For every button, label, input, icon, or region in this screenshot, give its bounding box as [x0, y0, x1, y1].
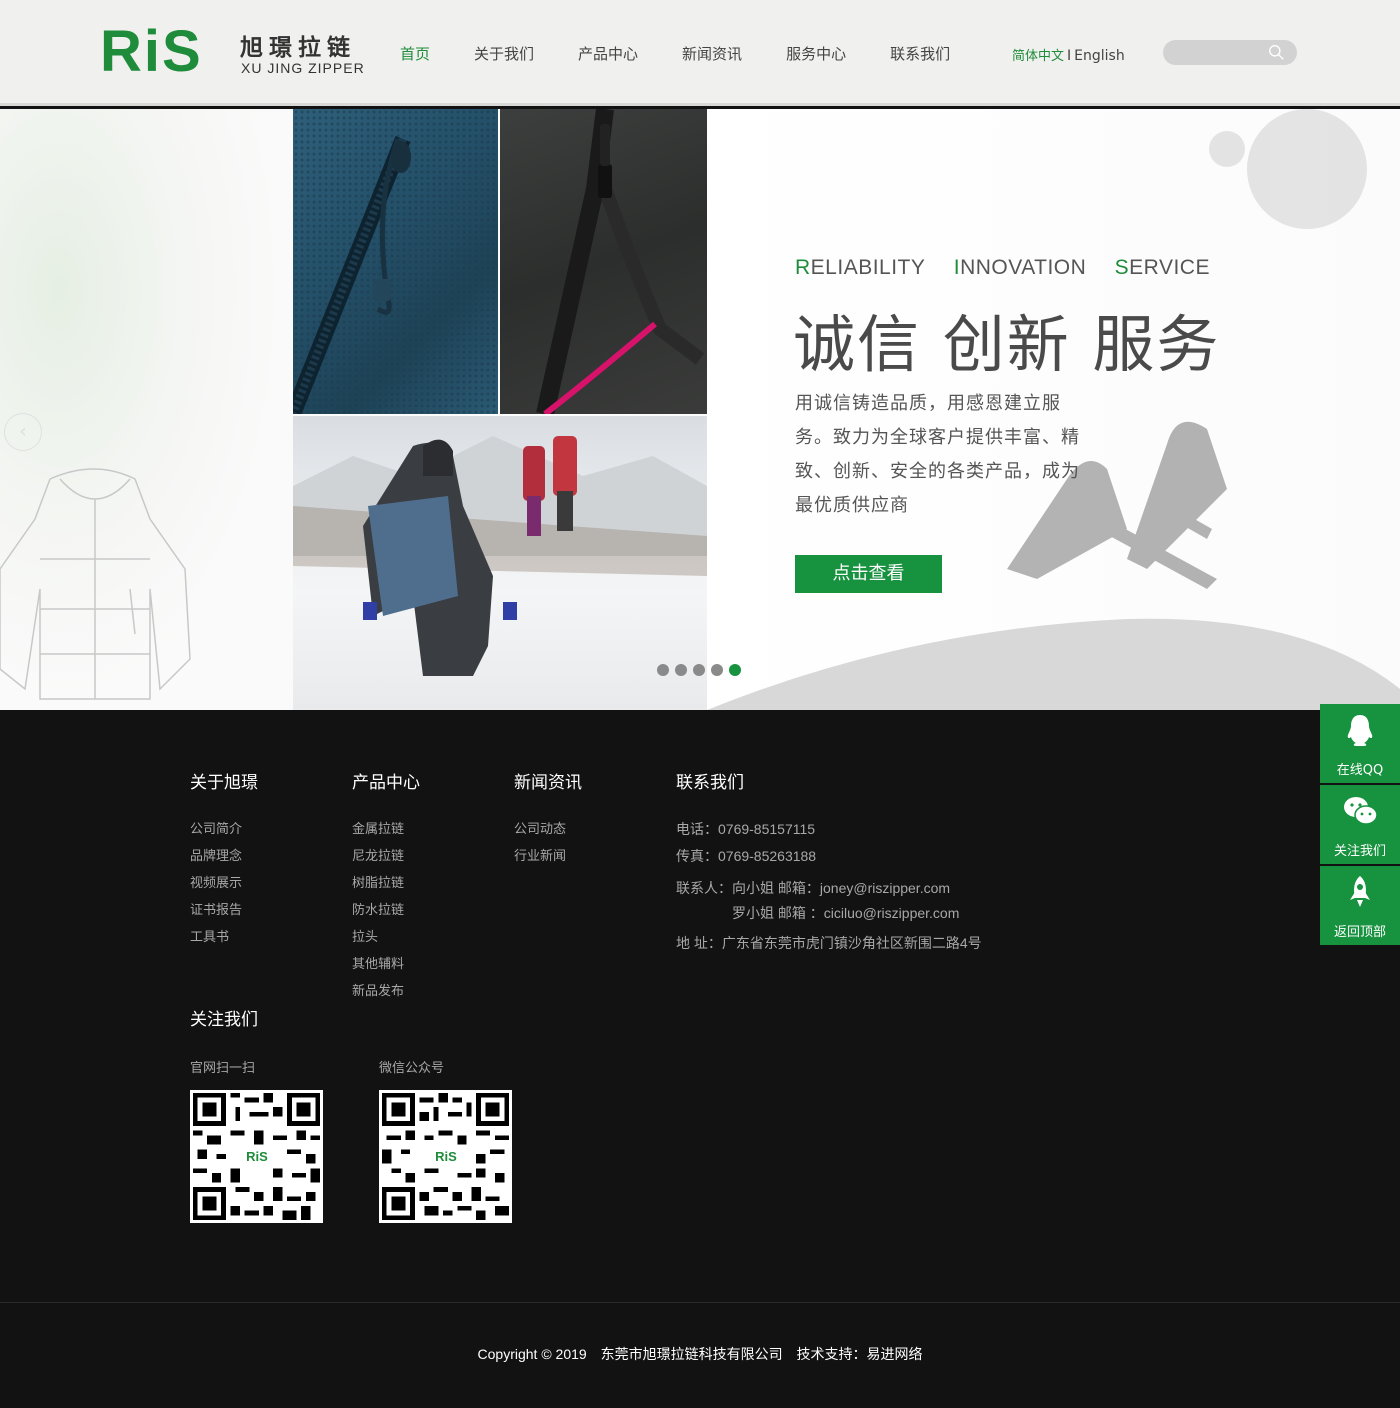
logo-name-en: XU JING ZIPPER	[241, 60, 365, 76]
logo[interactable]: RiS 旭璟拉链 XU JING ZIPPER	[100, 19, 370, 84]
tagline-r-initial: R	[795, 256, 811, 279]
back-to-top-label: 返回顶部	[1333, 925, 1386, 940]
footer-link[interactable]: 其他辅料	[352, 951, 420, 978]
footer-link[interactable]: 品牌理念	[190, 843, 258, 870]
slide-indicators	[657, 664, 747, 676]
tagline-innovation: NNOVATION	[960, 256, 1087, 279]
contact-person-1: 联系人：向小姐 邮箱：joney@riszipper.com	[676, 880, 951, 896]
search-box	[1163, 40, 1297, 65]
rocket-icon	[1350, 876, 1370, 907]
follow-us-title: 关注我们	[190, 1010, 258, 1030]
prev-slide-arrow[interactable]: ‹	[4, 413, 42, 451]
wechat-icon	[1344, 797, 1378, 825]
main-nav: 首页 关于我们 产品中心 新闻资讯 服务中心 联系我们	[400, 43, 994, 64]
qr-code-website: RiS	[190, 1090, 323, 1223]
footer-link[interactable]: 新品发布	[352, 978, 420, 1005]
footer-news-title: 新闻资讯	[514, 773, 582, 793]
footer-col-contact: 联系我们 电话：0769-85157115 传真：0769-85263188 联…	[676, 768, 982, 956]
qq-icon	[1347, 715, 1373, 746]
footer-link[interactable]: 行业新闻	[514, 843, 582, 870]
language-switcher: 简体中文 I English	[1012, 45, 1125, 64]
nav-item-contact[interactable]: 联系我们	[890, 43, 950, 64]
tagline-english: RELIABILITY INNOVATION SERVICE	[795, 256, 1210, 280]
banner-photo-black-zipper	[500, 109, 707, 414]
lang-simplified-chinese[interactable]: 简体中文	[1012, 49, 1064, 64]
logo-name-cn: 旭璟拉链	[240, 35, 356, 61]
nav-item-about[interactable]: 关于我们	[474, 43, 534, 64]
contact-address: 地 址：广东省东莞市虎门镇沙角社区新围二路4号	[676, 935, 982, 951]
banner-hill-shape	[707, 618, 1400, 710]
slide-dot-1[interactable]	[657, 664, 669, 676]
footer-link[interactable]: 证书报告	[190, 897, 258, 924]
nav-item-news[interactable]: 新闻资讯	[682, 43, 742, 64]
qr-logo: RiS	[429, 1147, 463, 1167]
footer-link[interactable]: 拉头	[352, 924, 420, 951]
site-footer: 关于旭璟 公司简介 品牌理念 视频展示 证书报告 工具书 产品中心 金属拉链 尼…	[0, 710, 1400, 1302]
footer-contact-title: 联系我们	[676, 773, 744, 793]
tagline-s-initial: S	[1114, 256, 1130, 279]
contact-phone: 电话：0769-85157115	[676, 821, 816, 837]
site-header: RiS 旭璟拉链 XU JING ZIPPER 首页 关于我们 产品中心 新闻资…	[0, 0, 1400, 106]
nav-item-home[interactable]: 首页	[400, 43, 430, 64]
side-float-toolbar: 在线QQ 关注我们 返回顶部	[1320, 704, 1400, 947]
footer-link[interactable]: 金属拉链	[352, 816, 420, 843]
banner-photo-blue-zipper	[293, 109, 498, 414]
qr-wechat-label: 微信公众号	[379, 1061, 445, 1076]
slide-dot-4[interactable]	[711, 664, 723, 676]
footer-link[interactable]: 工具书	[190, 924, 258, 951]
qr-logo: RiS	[240, 1147, 274, 1167]
slide-dot-2[interactable]	[675, 664, 687, 676]
tagline-description: 用诚信铸造品质，用感恩建立服务。致力为全球客户提供丰富、精致、创新、安全的各类产…	[795, 393, 1080, 516]
footer-link[interactable]: 公司简介	[190, 816, 258, 843]
footer-col-products: 产品中心 金属拉链 尼龙拉链 树脂拉链 防水拉链 拉头 其他辅料 新品发布	[352, 768, 420, 1005]
footer-link[interactable]: 树脂拉链	[352, 870, 420, 897]
contact-person-2: 罗小姐 邮箱 ：ciciluo@riszipper.com	[732, 905, 960, 921]
footer-link[interactable]: 公司动态	[514, 816, 582, 843]
search-icon[interactable]	[1268, 44, 1285, 61]
tech-support[interactable]: 技术支持：易进网络	[796, 1346, 922, 1362]
follow-us-label: 关注我们	[1333, 844, 1386, 859]
search-input[interactable]	[1173, 43, 1269, 62]
tagline-reliability: ELIABILITY	[810, 256, 926, 279]
footer-col-about: 关于旭璟 公司简介 品牌理念 视频展示 证书报告 工具书	[190, 768, 258, 951]
copyright-bar: Copyright © 2019 东莞市旭璟拉链科技有限公司 技术支持：易进网络	[0, 1302, 1400, 1408]
online-qq-button[interactable]: 在线QQ	[1320, 704, 1400, 783]
footer-col-news: 新闻资讯 公司动态 行业新闻	[514, 768, 582, 870]
copyright-text: Copyright © 2019	[477, 1346, 587, 1362]
slide-dot-3[interactable]	[693, 664, 705, 676]
lang-english[interactable]: English	[1074, 48, 1125, 64]
footer-about-title: 关于旭璟	[190, 773, 258, 793]
back-to-top-button[interactable]: 返回顶部	[1320, 866, 1400, 945]
slide-dot-5[interactable]	[729, 664, 741, 676]
online-qq-label: 在线QQ	[1336, 763, 1384, 778]
qr-website-label: 官网扫一扫	[190, 1061, 256, 1076]
contact-fax: 传真：0769-85263188	[676, 848, 817, 864]
follow-us-button[interactable]: 关注我们	[1320, 785, 1400, 864]
qr-code-wechat: RiS	[379, 1090, 512, 1223]
footer-link[interactable]: 尼龙拉链	[352, 843, 420, 870]
tagline-service: ERVICE	[1129, 256, 1210, 279]
nav-item-products[interactable]: 产品中心	[578, 43, 638, 64]
view-more-button[interactable]: 点击查看	[795, 555, 942, 593]
logo-mark: RiS	[100, 19, 203, 84]
lang-separator: I	[1067, 48, 1072, 64]
nav-item-service[interactable]: 服务中心	[786, 43, 846, 64]
footer-products-title: 产品中心	[352, 773, 420, 793]
hero-banner: ‹ RELIABILITY INNOVATION SERVICE 诚信 创新 服…	[0, 109, 1400, 710]
banner-photo-snow-hikers	[293, 416, 707, 710]
footer-link[interactable]: 防水拉链	[352, 897, 420, 924]
footer-link[interactable]: 视频展示	[190, 870, 258, 897]
copyright-company: 东莞市旭璟拉链科技有限公司	[600, 1346, 783, 1362]
tagline-chinese: 诚信 创新 服务	[793, 308, 1221, 381]
jacket-sketch-illustration	[0, 468, 191, 700]
